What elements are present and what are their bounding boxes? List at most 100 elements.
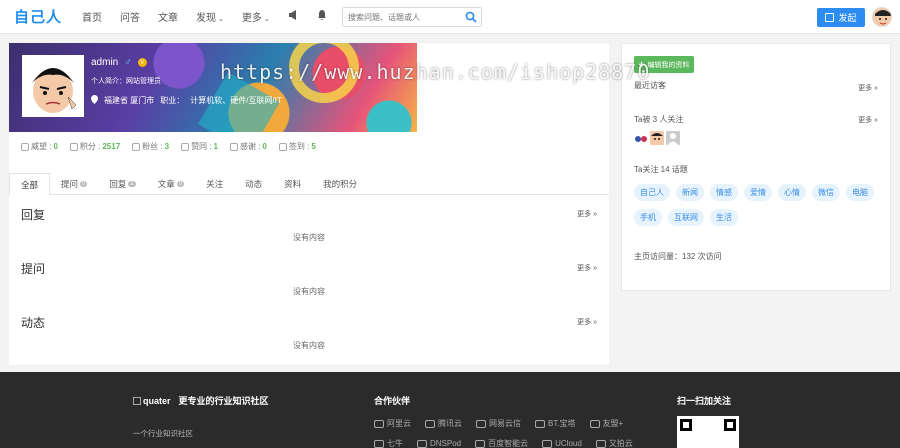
megaphone-icon[interactable] [288, 10, 299, 23]
nav-discover-label: 发现 [196, 13, 217, 24]
tab-count-badge: 1 [128, 181, 136, 187]
topic-tag[interactable]: 手机 [634, 209, 662, 226]
tab-my-points[interactable]: 我的积分 [312, 173, 368, 195]
partners-title: 合作伙伴 [374, 396, 411, 406]
stat-label: 签到 : [288, 142, 310, 151]
topic-tag[interactable]: 微信 [812, 184, 840, 201]
partner-name: 七牛 [387, 439, 403, 448]
partner-logo-icon [374, 419, 384, 428]
topic-tag[interactable]: 自己人 [634, 184, 670, 201]
followers-avatars [634, 131, 680, 145]
follower-avatar[interactable] [666, 131, 680, 145]
more-link[interactable]: 更多 » [858, 83, 878, 93]
broken-image-icon [133, 396, 141, 405]
page-views: 主页访问量：132 次访问 [634, 252, 722, 261]
location-pin-icon [91, 95, 98, 106]
tab-replies[interactable]: 回复 1 [98, 173, 146, 195]
edit-profile-button[interactable]: ✚ 编辑我的资料 [634, 56, 694, 73]
partner-link[interactable]: DNSPod [417, 438, 461, 448]
partner-link[interactable]: BT.宝塔 [535, 418, 576, 429]
follower-avatar[interactable] [650, 131, 664, 145]
more-link[interactable]: 更多 » [858, 115, 878, 125]
tab-profile[interactable]: 资料 [273, 173, 312, 195]
tab-articles[interactable]: 文章 0 [147, 173, 195, 195]
chevron-down-icon: ⌄ [218, 16, 224, 23]
follower-avatar[interactable] [634, 131, 648, 145]
profile-sidebar: ✚ 编辑我的资料 最近访客 更多 » Ta被 3 人关注 更多 » Ta关注 1… [621, 43, 891, 291]
partner-link[interactable]: 百度智能云 [475, 438, 528, 448]
tab-questions[interactable]: 提问 0 [50, 173, 98, 195]
profile-tabs: 全部 提问 0 回复 1 文章 0 关注 动态 资料 我的积分 [9, 173, 609, 196]
partner-link[interactable]: 又拍云 [595, 438, 633, 448]
stat-label: 积分 : [79, 142, 101, 151]
partner-link[interactable]: 七牛 [374, 438, 403, 448]
tab-count-badge: 0 [176, 181, 185, 187]
tab-all[interactable]: 全部 [9, 173, 51, 196]
tab-following[interactable]: 关注 [195, 173, 234, 195]
site-logo[interactable]: 自己人 [14, 6, 62, 27]
partner-name: BT.宝塔 [548, 419, 576, 428]
search-icon[interactable] [465, 11, 477, 23]
nav-discover[interactable]: 发现 ⌄ [196, 9, 224, 24]
bell-icon[interactable] [317, 10, 327, 23]
partner-link[interactable]: 网易云信 [476, 418, 521, 429]
partner-link[interactable]: 腾讯云 [425, 418, 462, 429]
tab-label: 回复 [109, 179, 127, 189]
vip-badge-icon: V [137, 58, 147, 67]
tab-activity[interactable]: 动态 [234, 173, 273, 195]
topic-tag[interactable]: 电脑 [846, 184, 874, 201]
qr-finder [680, 419, 692, 431]
tab-count-badge: 0 [80, 181, 88, 187]
partners-row: 阿里云 腾讯云 网易云信 BT.宝塔 友盟+ [374, 418, 623, 429]
more-link[interactable]: 更多 » [577, 209, 597, 219]
stat-prestige: 威望 :0 [21, 141, 58, 152]
section-title: 提问 [21, 262, 46, 276]
profile-username: admin [91, 57, 119, 68]
tab-label: 我的积分 [323, 179, 358, 189]
top-navbar: 自己人 首页 问答 文章 发现⌄ 更多⌄ 发起 [0, 0, 900, 34]
partner-link[interactable]: 阿里云 [374, 418, 411, 429]
partner-link[interactable]: UCloud [542, 438, 582, 448]
stat-value: 5 [311, 142, 316, 151]
footer-subtitle: 一个行业知识社区 [133, 429, 193, 438]
more-link[interactable]: 更多 » [577, 317, 597, 327]
topic-tags: 自己人 新闻 情感 爱情 心情 微信 电脑 手机 互联网 生活 [634, 184, 884, 226]
partner-logo-icon [374, 439, 384, 448]
heart-icon [229, 142, 238, 151]
partner-logo-icon [425, 419, 435, 428]
nav-more[interactable]: 更多 ⌄ [242, 9, 270, 24]
topic-tag[interactable]: 新闻 [676, 184, 704, 201]
post-button-label: 发起 [838, 13, 857, 23]
search-input[interactable] [343, 12, 458, 22]
more-link[interactable]: 更多 » [577, 263, 597, 273]
topic-tag[interactable]: 情感 [710, 184, 738, 201]
nav-questions[interactable]: 问答 [120, 9, 140, 24]
partner-logo-icon [476, 419, 486, 428]
tab-label: 动态 [245, 179, 263, 189]
partner-name: 友盟+ [602, 419, 624, 428]
site-footer: quater 更专业的行业知识社区 一个行业知识社区 合作伙伴 阿里云 腾讯云 … [0, 372, 900, 448]
post-button[interactable]: 发起 [817, 8, 865, 27]
partner-name: DNSPod [430, 439, 462, 448]
search-box [342, 7, 482, 27]
partner-logo-icon [595, 439, 606, 448]
stat-points: 积分 :2517 [69, 141, 120, 152]
tab-label: 文章 [157, 179, 175, 189]
topic-tag[interactable]: 互联网 [668, 209, 704, 226]
footer-logo-alt: quater [143, 395, 171, 406]
profile-job: 计算机软、硬件/互联网/IT [190, 96, 282, 105]
banner-decoration [289, 43, 359, 103]
topic-tag[interactable]: 生活 [710, 209, 738, 226]
topic-tag[interactable]: 爱情 [744, 184, 772, 201]
topic-tag[interactable]: 心情 [778, 184, 806, 201]
nav-home[interactable]: 首页 [82, 9, 102, 24]
profile-stats: 威望 :0 积分 :2517 粉丝 :3 赞同 :1 感谢 :0 签到 :5 [21, 141, 316, 152]
partner-name: 网易云信 [489, 419, 521, 428]
partner-link[interactable]: 友盟+ [589, 418, 624, 429]
stat-fans: 粉丝 :3 [132, 141, 169, 152]
empty-message: 没有内容 [293, 287, 325, 296]
section-title: 回复 [21, 208, 46, 222]
user-avatar[interactable] [872, 7, 892, 27]
nav-articles[interactable]: 文章 [158, 9, 178, 24]
partner-logo-icon [535, 419, 545, 428]
